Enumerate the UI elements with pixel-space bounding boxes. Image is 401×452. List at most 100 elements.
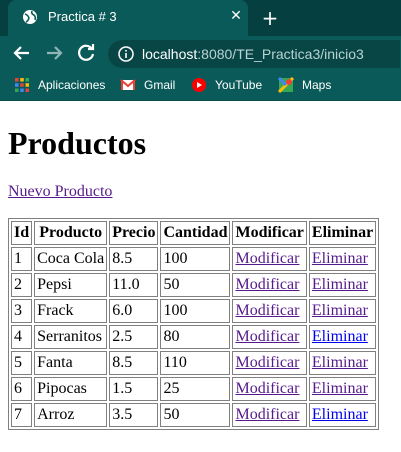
modify-link[interactable]: Modificar xyxy=(235,406,299,423)
tab-bar: Practica # 3 ✕ + xyxy=(0,0,401,36)
cell-precio: 8.5 xyxy=(109,351,159,375)
bookmark-label: Maps xyxy=(302,78,332,92)
cell-cantidad: 80 xyxy=(160,325,231,349)
cell-producto: Pipocas xyxy=(34,377,108,401)
table-row: 3 Frack 6.0 100 Modificar Eliminar xyxy=(11,299,377,323)
cell-eliminar: Eliminar xyxy=(308,273,377,297)
modify-link[interactable]: Modificar xyxy=(235,328,299,345)
cell-id: 1 xyxy=(11,247,33,271)
table-row: 4 Serranitos 2.5 80 Modificar Eliminar xyxy=(11,325,377,349)
cell-id: 3 xyxy=(11,299,33,323)
new-tab-icon[interactable]: + xyxy=(258,6,282,30)
cell-producto: Frack xyxy=(34,299,108,323)
table-row: 1 Coca Cola 8.5 100 Modificar Eliminar xyxy=(11,247,377,271)
browser-tab[interactable]: Practica # 3 ✕ xyxy=(8,0,248,36)
table-header-row: Id Producto Precio Cantidad Modificar El… xyxy=(11,221,377,245)
forward-icon[interactable] xyxy=(42,41,66,65)
header-eliminar: Eliminar xyxy=(308,221,377,245)
cell-eliminar: Eliminar xyxy=(308,299,377,323)
back-icon[interactable] xyxy=(10,41,34,65)
modify-link[interactable]: Modificar xyxy=(235,250,299,267)
cell-cantidad: 100 xyxy=(160,247,231,271)
cell-id: 2 xyxy=(11,273,33,297)
bookmark-label: YouTube xyxy=(215,78,263,92)
table-row: 6 Pipocas 1.5 25 Modificar Eliminar xyxy=(11,377,377,401)
header-id: Id xyxy=(11,221,33,245)
bookmarks-bar: Aplicaciones Gmail YouTube Maps xyxy=(0,70,401,101)
products-table: Id Producto Precio Cantidad Modificar El… xyxy=(8,218,380,430)
delete-link[interactable]: Eliminar xyxy=(312,276,368,293)
cell-precio: 8.5 xyxy=(109,247,159,271)
header-precio: Precio xyxy=(109,221,159,245)
bookmark-maps[interactable]: Maps xyxy=(278,77,331,93)
cell-cantidad: 50 xyxy=(160,403,231,427)
maps-icon xyxy=(278,77,294,93)
header-cantidad: Cantidad xyxy=(160,221,231,245)
url-text: localhost:8080/TE_Practica3/inicio3 xyxy=(142,46,364,62)
address-bar[interactable]: localhost:8080/TE_Practica3/inicio3 xyxy=(108,40,400,68)
table-row: 7 Arroz 3.5 50 Modificar Eliminar xyxy=(11,403,377,427)
url-path: :8080/TE_Practica3/inicio3 xyxy=(197,46,364,62)
delete-link[interactable]: Eliminar xyxy=(312,380,368,397)
modify-link[interactable]: Modificar xyxy=(235,276,299,293)
cell-producto: Coca Cola xyxy=(34,247,108,271)
page-title: Productos xyxy=(8,125,147,161)
table-row: 2 Pepsi 11.0 50 Modificar Eliminar xyxy=(11,273,377,297)
cell-precio: 2.5 xyxy=(109,325,159,349)
header-producto: Producto xyxy=(34,221,108,245)
cell-modificar: Modificar xyxy=(232,403,307,427)
cell-cantidad: 100 xyxy=(160,299,231,323)
cell-producto: Fanta xyxy=(34,351,108,375)
cell-precio: 3.5 xyxy=(109,403,159,427)
delete-link[interactable]: Eliminar xyxy=(312,302,368,319)
modify-link[interactable]: Modificar xyxy=(235,354,299,371)
cell-producto: Arroz xyxy=(34,403,108,427)
bookmark-label: Aplicaciones xyxy=(38,78,106,92)
cell-eliminar: Eliminar xyxy=(308,325,377,349)
url-host: localhost xyxy=(142,46,198,62)
cell-modificar: Modificar xyxy=(232,325,307,349)
new-product-link[interactable]: Nuevo Producto xyxy=(8,183,112,201)
cell-modificar: Modificar xyxy=(232,273,307,297)
cell-precio: 11.0 xyxy=(109,273,159,297)
cell-id: 7 xyxy=(11,403,33,427)
reload-icon[interactable] xyxy=(74,41,98,65)
delete-link[interactable]: Eliminar xyxy=(312,328,368,345)
cell-id: 4 xyxy=(11,325,33,349)
cell-eliminar: Eliminar xyxy=(308,403,377,427)
delete-link[interactable]: Eliminar xyxy=(312,250,368,267)
cell-modificar: Modificar xyxy=(232,377,307,401)
cell-cantidad: 50 xyxy=(160,273,231,297)
cell-producto: Serranitos xyxy=(34,325,108,349)
cell-id: 5 xyxy=(11,351,33,375)
modify-link[interactable]: Modificar xyxy=(235,302,299,319)
cell-precio: 6.0 xyxy=(109,299,159,323)
cell-producto: Pepsi xyxy=(34,273,108,297)
cell-eliminar: Eliminar xyxy=(308,377,377,401)
bookmark-youtube[interactable]: YouTube xyxy=(191,77,262,93)
cell-modificar: Modificar xyxy=(232,299,307,323)
bookmark-label: Gmail xyxy=(144,78,176,92)
youtube-icon xyxy=(192,78,206,92)
delete-link[interactable]: Eliminar xyxy=(312,354,368,371)
cell-modificar: Modificar xyxy=(232,247,307,271)
cell-id: 6 xyxy=(11,377,33,401)
browser-chrome: Practica # 3 ✕ + localhost:8080/TE_Pract… xyxy=(0,0,401,101)
bookmark-aplicaciones[interactable]: Aplicaciones xyxy=(14,77,105,93)
tab-title: Practica # 3 xyxy=(48,9,117,24)
site-info-icon[interactable] xyxy=(118,46,134,62)
table-row: 5 Fanta 8.5 110 Modificar Eliminar xyxy=(11,351,377,375)
delete-link[interactable]: Eliminar xyxy=(312,406,368,423)
bookmark-gmail[interactable]: Gmail xyxy=(120,77,175,93)
apps-grid-icon xyxy=(15,78,29,92)
cell-cantidad: 25 xyxy=(160,377,231,401)
close-tab-icon[interactable]: ✕ xyxy=(228,8,244,24)
cell-precio: 1.5 xyxy=(109,377,159,401)
globe-icon xyxy=(23,10,37,24)
navigation-bar: localhost:8080/TE_Practica3/inicio3 xyxy=(0,36,401,70)
cell-cantidad: 110 xyxy=(160,351,231,375)
gmail-icon xyxy=(120,79,136,90)
modify-link[interactable]: Modificar xyxy=(235,380,299,397)
cell-eliminar: Eliminar xyxy=(308,351,377,375)
cell-modificar: Modificar xyxy=(232,351,307,375)
